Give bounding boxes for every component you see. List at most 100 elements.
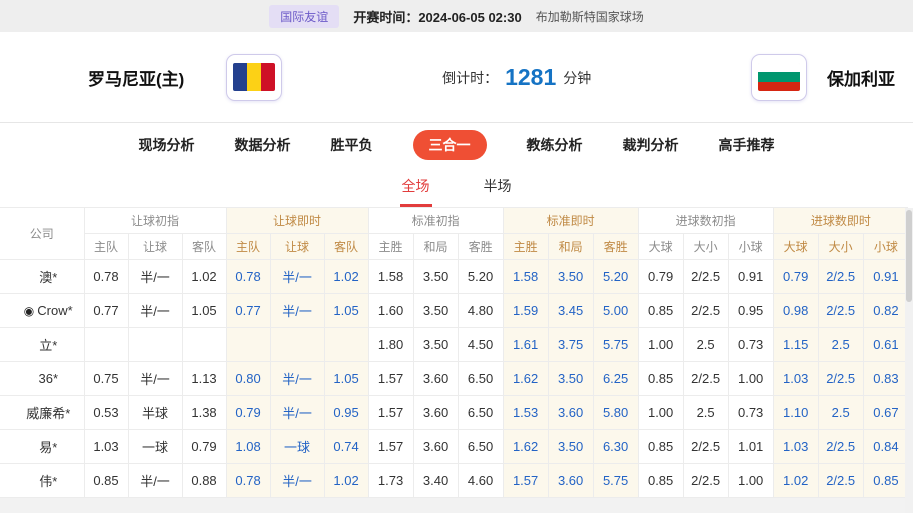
- romania-flag: [226, 54, 282, 101]
- odds-cell[interactable]: 0.67: [863, 396, 908, 430]
- odds-cell: 4.50: [458, 328, 503, 362]
- odds-cell[interactable]: 半/一: [270, 260, 324, 294]
- odds-cell[interactable]: [324, 328, 368, 362]
- odds-cell[interactable]: 6.30: [593, 430, 638, 464]
- odds-cell[interactable]: 1.62: [503, 362, 548, 396]
- odds-cell[interactable]: 1.58: [503, 260, 548, 294]
- odds-cell[interactable]: 半/一: [270, 464, 324, 498]
- odds-cell[interactable]: 1.02: [324, 464, 368, 498]
- odds-cell[interactable]: 1.59: [503, 294, 548, 328]
- odds-cell[interactable]: 1.02: [324, 260, 368, 294]
- odds-cell[interactable]: 0.84: [863, 430, 908, 464]
- odds-row: 澳*0.78半/一1.020.78半/一1.021.583.505.201.58…: [0, 260, 908, 294]
- odds-cell[interactable]: 5.75: [593, 328, 638, 362]
- odds-cell[interactable]: 0.74: [324, 430, 368, 464]
- odds-cell[interactable]: 一球: [270, 430, 324, 464]
- company-cell[interactable]: 立*: [0, 328, 84, 362]
- odds-cell: 0.85: [638, 430, 683, 464]
- odds-cell[interactable]: 0.82: [863, 294, 908, 328]
- countdown-unit: 分钟: [563, 70, 591, 86]
- home-team-name: 罗马尼亚(主): [88, 65, 184, 90]
- odds-cell[interactable]: 0.61: [863, 328, 908, 362]
- odds-cell[interactable]: 1.03: [773, 430, 818, 464]
- odds-cell[interactable]: 1.08: [226, 430, 270, 464]
- odds-cell[interactable]: 1.15: [773, 328, 818, 362]
- scrollbar-thumb[interactable]: [906, 210, 912, 302]
- odds-cell[interactable]: 0.83: [863, 362, 908, 396]
- odds-cell[interactable]: 0.85: [863, 464, 908, 498]
- odds-cell[interactable]: 0.98: [773, 294, 818, 328]
- odds-cell[interactable]: 1.02: [773, 464, 818, 498]
- odds-cell[interactable]: 2/2.5: [818, 362, 863, 396]
- odds-cell[interactable]: 1.05: [324, 362, 368, 396]
- sub-tab-1[interactable]: 全场: [400, 167, 432, 207]
- odds-cell[interactable]: 0.77: [226, 294, 270, 328]
- company-cell[interactable]: 易*: [0, 430, 84, 464]
- odds-cell[interactable]: 2/2.5: [818, 430, 863, 464]
- odds-cell[interactable]: 3.45: [548, 294, 593, 328]
- odds-cell[interactable]: 2/2.5: [818, 294, 863, 328]
- odds-cell: 1.00: [728, 464, 773, 498]
- odds-cell[interactable]: 0.80: [226, 362, 270, 396]
- company-cell[interactable]: 伟*: [0, 464, 84, 498]
- odds-cell[interactable]: 1.57: [503, 464, 548, 498]
- odds-cell[interactable]: 2.5: [818, 396, 863, 430]
- odds-cell[interactable]: 0.78: [226, 260, 270, 294]
- odds-cell[interactable]: 3.60: [548, 464, 593, 498]
- odds-cell[interactable]: 5.00: [593, 294, 638, 328]
- odds-cell[interactable]: 3.50: [548, 430, 593, 464]
- league-badge[interactable]: 国际友谊: [269, 5, 339, 28]
- odds-cell[interactable]: 3.60: [548, 396, 593, 430]
- column-header: 和局: [413, 234, 458, 260]
- odds-cell[interactable]: 2.5: [818, 328, 863, 362]
- odds-cell[interactable]: 1.61: [503, 328, 548, 362]
- odds-cell[interactable]: 6.25: [593, 362, 638, 396]
- odds-cell[interactable]: 1.10: [773, 396, 818, 430]
- sub-tab-2[interactable]: 半场: [482, 167, 514, 207]
- nav-tab-6[interactable]: 裁判分析: [623, 135, 679, 155]
- nav-tab-7[interactable]: 高手推荐: [719, 135, 775, 155]
- odds-cell: 3.50: [413, 328, 458, 362]
- odds-cell[interactable]: 5.80: [593, 396, 638, 430]
- odds-cell: 0.77: [84, 294, 128, 328]
- company-name: 36*: [38, 371, 58, 386]
- nav-tab-2[interactable]: 数据分析: [235, 135, 291, 155]
- odds-cell[interactable]: 0.78: [226, 464, 270, 498]
- odds-cell[interactable]: 5.20: [593, 260, 638, 294]
- odds-cell[interactable]: 3.50: [548, 260, 593, 294]
- odds-cell: 1.01: [728, 430, 773, 464]
- odds-cell[interactable]: 1.05: [324, 294, 368, 328]
- nav-tab-3[interactable]: 胜平负: [331, 135, 373, 155]
- odds-cell[interactable]: [270, 328, 324, 362]
- company-cell[interactable]: 威廉希*: [0, 396, 84, 430]
- odds-cell: 半/一: [128, 260, 182, 294]
- company-cell[interactable]: 36*: [0, 362, 84, 396]
- odds-cell[interactable]: 1.62: [503, 430, 548, 464]
- odds-cell: 1.38: [182, 396, 226, 430]
- odds-cell[interactable]: 3.75: [548, 328, 593, 362]
- odds-cell[interactable]: 半/一: [270, 362, 324, 396]
- odds-cell[interactable]: 半/一: [270, 294, 324, 328]
- scrollbar[interactable]: [905, 208, 913, 513]
- odds-cell: 1.73: [368, 464, 413, 498]
- odds-cell[interactable]: 半/一: [270, 396, 324, 430]
- nav-tab-4[interactable]: 三合一: [413, 130, 487, 160]
- odds-cell[interactable]: 0.95: [324, 396, 368, 430]
- odds-cell[interactable]: 5.75: [593, 464, 638, 498]
- odds-cell: 2.5: [683, 328, 728, 362]
- nav-tab-1[interactable]: 现场分析: [139, 135, 195, 155]
- odds-cell[interactable]: [226, 328, 270, 362]
- odds-cell[interactable]: 0.79: [226, 396, 270, 430]
- odds-cell[interactable]: 2/2.5: [818, 464, 863, 498]
- odds-cell: 1.57: [368, 396, 413, 430]
- odds-cell[interactable]: 1.03: [773, 362, 818, 396]
- odds-cell[interactable]: 2/2.5: [818, 260, 863, 294]
- nav-tab-5[interactable]: 教练分析: [527, 135, 583, 155]
- company-cell[interactable]: 澳*: [0, 260, 84, 294]
- odds-cell[interactable]: 1.53: [503, 396, 548, 430]
- company-cell[interactable]: ◉Crow*: [0, 294, 84, 328]
- column-header: 主队: [84, 234, 128, 260]
- odds-cell[interactable]: 3.50: [548, 362, 593, 396]
- odds-cell[interactable]: 0.79: [773, 260, 818, 294]
- odds-cell[interactable]: 0.91: [863, 260, 908, 294]
